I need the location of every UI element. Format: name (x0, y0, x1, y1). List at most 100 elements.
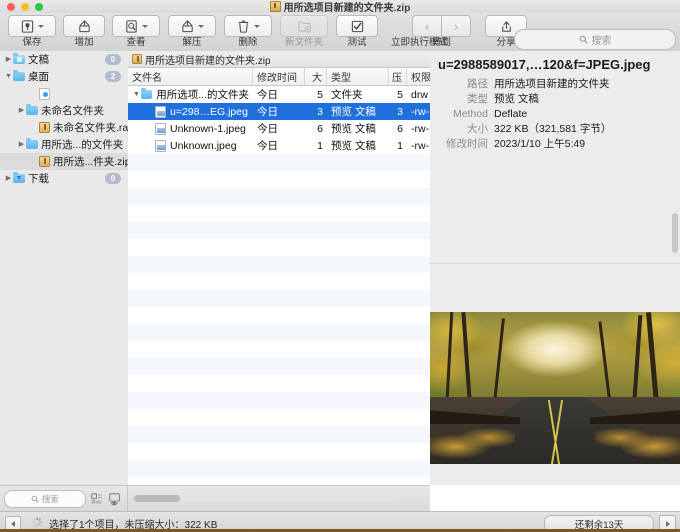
column-header-size[interactable]: 大 (305, 68, 327, 85)
sidebar-item-1[interactable]: ▼ 桌面 2 (0, 68, 128, 85)
test-button[interactable] (336, 15, 378, 37)
cell-perms: -rw- (411, 139, 430, 152)
title-bar: 用所选项目新建的文件夹.zip (0, 0, 680, 14)
toolbar-item-extract[interactable]: 解压 (168, 15, 216, 48)
window-title-text: 用所选项目新建的文件夹.zip (283, 3, 411, 14)
chevron-right-icon[interactable]: ▶ (17, 102, 26, 119)
sidebar-item-label: 下载 (28, 173, 49, 185)
horizontal-scrollbar[interactable] (134, 495, 396, 502)
sidebar-item-3[interactable]: ▶ 未命名文件夹 (0, 102, 128, 119)
back-button[interactable]: ‹ (412, 15, 442, 37)
chevron-right-icon[interactable]: ▶ (4, 170, 13, 187)
file-list-rows[interactable]: ▼ 用所选项...的文件夹 今日 5 文件夹 5 drw u=298…EG.jpeg 今日 3 预览… (128, 86, 430, 154)
toolbar-search-field[interactable]: 搜索 (514, 29, 676, 50)
chevron-right-icon[interactable]: ▶ (4, 51, 13, 68)
chevron-right-icon: › (453, 18, 459, 34)
column-header-perms[interactable]: 权限 (407, 68, 430, 85)
file-list-panel[interactable]: 用所选项目新建的文件夹.zip 文件名 修改时间大类型压权限 ▼ 用所选项...的文… (128, 51, 430, 485)
toolbar-item-test[interactable]: 测试 (336, 15, 378, 48)
toolbar-item-new-folder[interactable]: 新文件夹 (280, 15, 328, 48)
chevron-down-icon[interactable]: ▼ (132, 91, 141, 98)
save-button[interactable] (8, 15, 56, 37)
cell-name: ▼ 用所选项...的文件夹 (128, 86, 253, 103)
empty-row (128, 273, 430, 290)
sidebar-item-5[interactable]: ▶ 用所选...的文件夹 (0, 136, 128, 153)
scrollbar-thumb[interactable] (672, 213, 678, 253)
layout-toggle-icon[interactable] (90, 492, 104, 506)
sidebar-item-badge: 2 (105, 71, 121, 82)
cell-kind: 预览 文稿 (331, 123, 376, 135)
table-row[interactable]: Unknown-1.jpeg 今日 6 预览 文稿 6 -rw- (128, 120, 430, 137)
view-button[interactable] (112, 15, 160, 37)
info-field-0: 路径 用所选项目新建的文件夹 (430, 78, 680, 91)
navigation-segmented-control[interactable]: ‹ › (412, 15, 471, 37)
toolbar-item-navigate[interactable]: ‹ › 转到 (412, 15, 471, 48)
sidebar-item-6[interactable]: ▶ 用所选...件夹.zip (0, 153, 128, 170)
chevron-right-icon[interactable]: ▶ (30, 119, 39, 136)
empty-row (128, 341, 430, 358)
empty-row (128, 290, 430, 307)
cell-name: Unknown-1.jpeg (128, 120, 253, 137)
sidebar-item-0[interactable]: ▶ 文稿 0 (0, 51, 128, 68)
info-field-label: 修改时间 (446, 138, 488, 150)
extract-button[interactable] (168, 15, 216, 37)
column-header-kind[interactable]: 类型 (327, 68, 389, 85)
info-fields: 路径 用所选项目新建的文件夹 类型 预览 文稿 Method Deflate 大小 322 K… (430, 78, 680, 151)
add-button[interactable] (63, 15, 105, 37)
chevron-down-icon[interactable]: ▼ (4, 68, 13, 85)
archive-utility-window: 用所选项目新建的文件夹.zip 保存 增加 查看 解压 删除 新文件夹 测试 立… (0, 0, 680, 532)
toolbar-item-add[interactable]: 增加 (63, 15, 105, 48)
preview-toggle-icon[interactable] (108, 492, 122, 506)
info-field-value: Deflate (494, 108, 528, 120)
sidebar-item-badge: 0 (105, 173, 121, 184)
sidebar[interactable]: ▶文稿0▼桌面2▶▶未命名文件夹▶未命名文件夹.rar▶用所选...的文件夹▶用… (0, 51, 129, 485)
info-field-value: 预览 文稿 (494, 93, 539, 105)
test-checkmark-icon (351, 20, 363, 32)
info-scrollbar[interactable] (672, 93, 678, 259)
toolbar-item-save[interactable]: 保存 (8, 15, 56, 48)
delete-button[interactable] (224, 15, 272, 37)
sidebar-item-2[interactable]: ▶ (0, 85, 128, 102)
chevron-right-icon[interactable]: ▶ (30, 153, 39, 170)
chevron-right-icon[interactable]: ▶ (30, 85, 39, 102)
play-arrow-icon (665, 520, 670, 527)
empty-row (128, 171, 430, 188)
search-icon (579, 35, 587, 44)
column-header-packed[interactable]: 压 (389, 68, 407, 85)
column-header-name[interactable]: 文件名 (128, 68, 253, 85)
sidebar-item-7[interactable]: ▶ 下载 0 (0, 170, 128, 187)
empty-row (128, 307, 430, 324)
info-field-3: 大小 322 KB（321,581 字节） (430, 123, 680, 136)
toolbar: 保存 增加 查看 解压 删除 新文件夹 测试 立即执行模式 ‹ › 转到 分享 … (0, 13, 680, 52)
zip-archive-icon (132, 54, 142, 64)
save-icon (21, 19, 34, 33)
column-header-modified[interactable]: 修改时间 (253, 68, 305, 85)
toolbar-item-view[interactable]: 查看 (112, 15, 160, 48)
cell-perms: drw (411, 88, 428, 101)
toolbar-item-delete[interactable]: 删除 (224, 15, 272, 48)
forward-button[interactable]: › (442, 15, 471, 37)
info-filename: u=2988589017,…120&f=JPEG.jpeg (438, 57, 651, 72)
cell-packed: 3 (397, 105, 403, 118)
chevron-right-icon[interactable]: ▶ (17, 136, 26, 153)
new-folder-button[interactable] (280, 15, 328, 37)
test-label: 测试 (347, 37, 367, 48)
file-list-footer (128, 485, 430, 511)
file-list-header[interactable]: 文件名 修改时间大类型压权限 (128, 68, 430, 86)
archive-tab[interactable]: 用所选项目新建的文件夹.zip (128, 51, 430, 68)
sidebar-item-label: 未命名文件夹 (41, 105, 104, 117)
add-icon (78, 19, 90, 32)
sidebar-item-4[interactable]: ▶ 未命名文件夹.rar (0, 119, 128, 136)
scrollbar-thumb[interactable] (134, 495, 180, 502)
info-panel: u=2988589017,…120&f=JPEG.jpeg 路径 用所选项目新建的… (430, 51, 680, 485)
table-row[interactable]: Unknown.jpeg 今日 1 预览 文稿 1 -rw- (128, 137, 430, 154)
sidebar-item-label: 文稿 (28, 54, 49, 66)
file-name: u=298…EG.jpeg (170, 105, 248, 118)
add-label: 增加 (74, 37, 94, 48)
cell-perms: -rw- (411, 122, 430, 135)
empty-row (128, 409, 430, 426)
table-row[interactable]: ▼ 用所选项...的文件夹 今日 5 文件夹 5 drw (128, 86, 430, 103)
extract-label: 解压 (182, 37, 202, 48)
table-row[interactable]: u=298…EG.jpeg 今日 3 预览 文稿 3 -rw- (128, 103, 430, 120)
sidebar-search-input[interactable]: 搜索 (4, 489, 86, 508)
